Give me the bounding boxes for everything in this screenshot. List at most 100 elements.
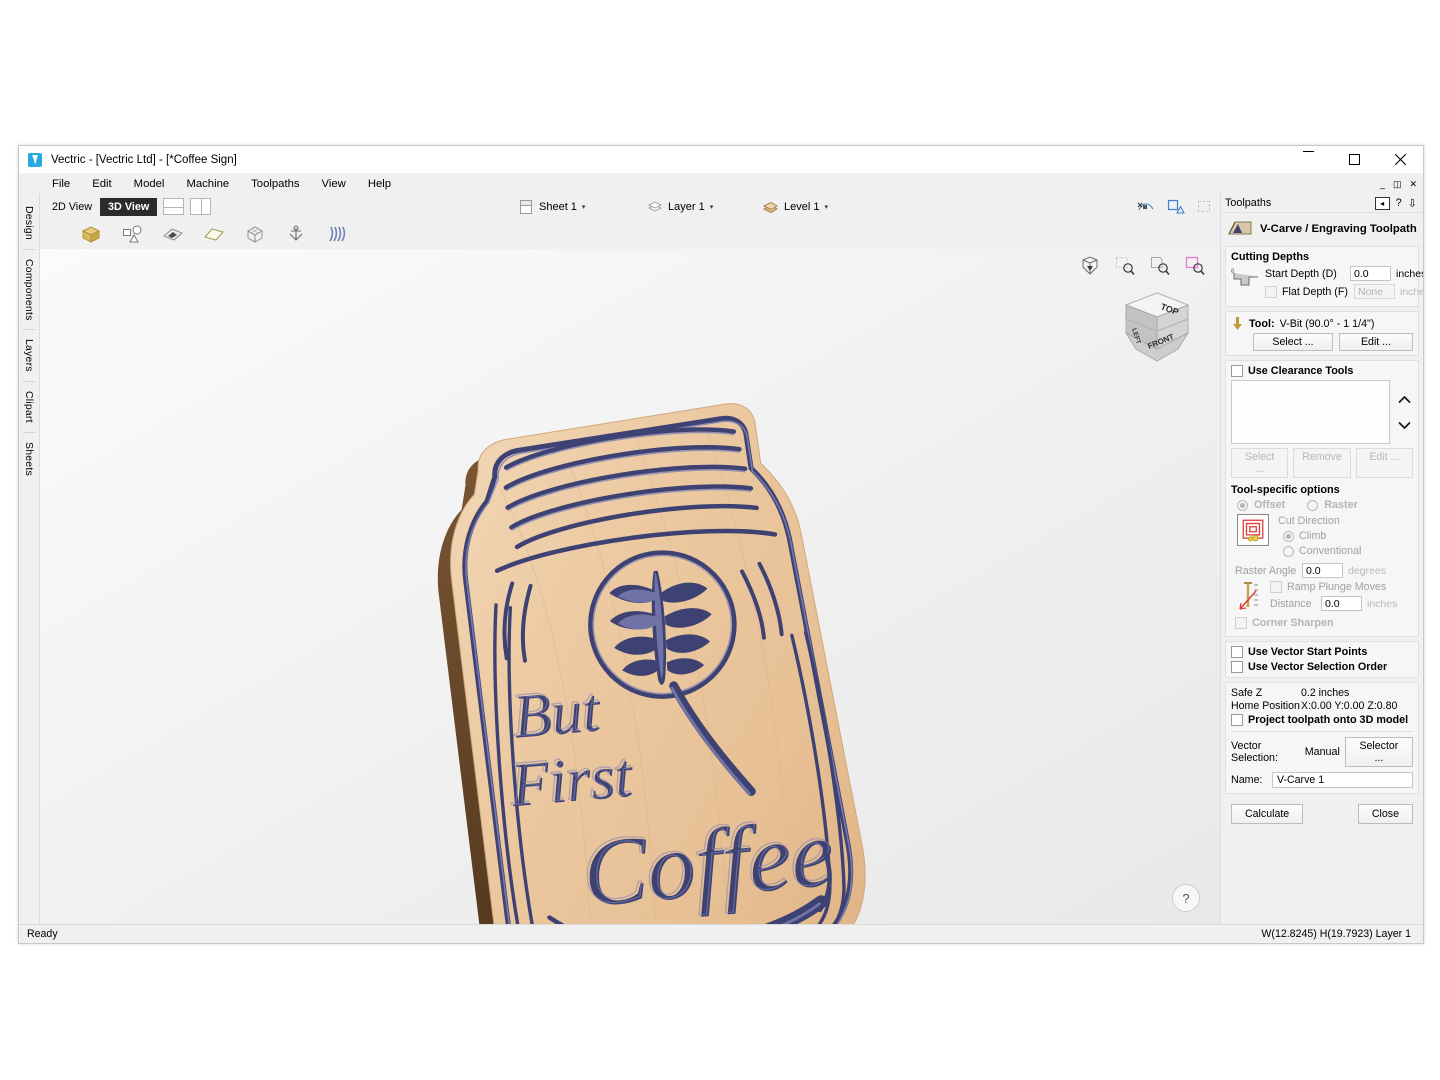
move-up-button[interactable]	[1396, 391, 1413, 408]
use-clearance-tools-label: Use Clearance Tools	[1248, 365, 1354, 377]
panel-maximize-button[interactable]: ◫	[1393, 174, 1402, 194]
offset-pattern-icon	[1237, 514, 1269, 546]
sidebar-tab-layers[interactable]: Layers	[20, 331, 38, 380]
tool-edit-button[interactable]: Edit ...	[1339, 333, 1413, 351]
pin-icon[interactable]: ⇩	[1408, 197, 1417, 210]
use-clearance-tools-checkbox[interactable]	[1231, 365, 1243, 377]
create-shape-icon[interactable]	[121, 224, 143, 244]
clearance-tools-list[interactable]	[1231, 380, 1390, 444]
menu-bar: File Edit Model Machine Toolpaths View H…	[19, 174, 1423, 194]
home-position-label: Home Position	[1231, 700, 1300, 712]
menu-item-toolpaths[interactable]: Toolpaths	[240, 174, 310, 194]
conventional-radio	[1283, 545, 1294, 557]
menu-item-machine[interactable]: Machine	[175, 174, 240, 194]
node-edit-icon[interactable]	[1137, 199, 1155, 215]
toolpaths-panel-header: Toolpaths ◂ ? ⇩	[1221, 194, 1423, 213]
start-depth-input[interactable]: 0.0	[1350, 266, 1391, 281]
maximize-button[interactable]	[1331, 146, 1377, 173]
vector-selection-value: Manual	[1304, 746, 1340, 758]
flat-depth-checkbox[interactable]	[1265, 285, 1277, 298]
component-shade-icon[interactable]	[162, 224, 184, 244]
use-vector-start-points-label: Use Vector Start Points	[1248, 646, 1368, 658]
clearance-tools-section: Use Clearance Tools Select ... Remove Ed…	[1225, 360, 1419, 637]
anchor-icon[interactable]	[285, 224, 307, 244]
svg-text:Coffee: Coffee	[577, 797, 836, 924]
tab-3d-view[interactable]: 3D View	[100, 197, 158, 216]
chevron-down-icon: ▾	[824, 203, 828, 211]
rectangle-select-icon[interactable]	[1197, 199, 1212, 214]
ramp-distance-input: 0.0	[1321, 596, 1362, 611]
menu-item-view[interactable]: View	[311, 174, 357, 194]
project-toolpath-checkbox[interactable]	[1231, 714, 1243, 726]
layer-selector[interactable]: Layer 1 ▾	[647, 199, 713, 215]
3d-view-canvas[interactable]: TOP FRONT LEFT But First Coffee But Firs…	[40, 249, 1220, 924]
move-down-button[interactable]	[1396, 417, 1413, 434]
sidebar-tab-components[interactable]: Components	[20, 251, 38, 329]
sheet-selector[interactable]: Sheet 1 ▾	[518, 199, 585, 215]
level-selector[interactable]: Level 1 ▾	[762, 199, 828, 215]
sidebar-tab-clipart[interactable]: Clipart	[20, 383, 38, 431]
zoom-selected-icon[interactable]	[1149, 255, 1171, 277]
clearance-select-button: Select ...	[1231, 448, 1289, 478]
vector-selector-button[interactable]: Selector ...	[1344, 737, 1413, 767]
menu-item-file[interactable]: File	[41, 174, 81, 194]
wireframe-box-icon[interactable]	[244, 224, 266, 244]
menu-item-help[interactable]: Help	[357, 174, 402, 194]
split-vertical-icon[interactable]	[190, 198, 212, 215]
mason-jar-3d-model[interactable]: But First Coffee But First Coffee	[420, 389, 1040, 924]
panel-close-button[interactable]: ✕	[1409, 174, 1417, 194]
corner-sharpen-checkbox	[1235, 617, 1247, 629]
menu-item-edit[interactable]: Edit	[81, 174, 122, 194]
isometric-view-icon[interactable]	[1079, 255, 1101, 277]
material-block-icon[interactable]	[80, 224, 102, 244]
texture-lines-icon[interactable]	[326, 224, 348, 244]
close-button-toolpath[interactable]: Close	[1357, 804, 1413, 824]
select-shape-icon[interactable]	[1167, 199, 1185, 215]
minimize-button[interactable]	[1285, 142, 1331, 178]
vector-selection-row: Vector Selection: Manual Selector ...	[1231, 737, 1413, 767]
clearance-remove-button: Remove	[1293, 448, 1351, 478]
svg-text:First: First	[506, 740, 635, 818]
sidebar-tab-design[interactable]: Design	[20, 198, 38, 248]
center-column: 2D View 3D View Sheet 1 ▾ Layer 1 ▾ Leve…	[40, 194, 1220, 924]
tool-value: V-Bit (90.0° - 1 1/4")	[1279, 317, 1375, 330]
dock-icon[interactable]: ◂	[1374, 196, 1390, 210]
use-vector-selection-order-checkbox[interactable]	[1231, 661, 1243, 673]
calculate-button[interactable]: Calculate	[1231, 804, 1304, 824]
panel-help-icon[interactable]: ?	[1396, 197, 1402, 209]
tool-select-button[interactable]: Select ...	[1253, 333, 1333, 351]
view-zoom-toolbar	[1079, 255, 1206, 277]
raster-angle-input: 0.0	[1302, 563, 1343, 578]
menu-item-model[interactable]: Model	[123, 174, 176, 194]
name-label: Name:	[1231, 774, 1263, 786]
zoom-window-icon[interactable]	[1114, 255, 1136, 277]
climb-radio	[1283, 530, 1294, 542]
level-selector-label: Level 1	[784, 200, 820, 213]
svg-text:But: But	[509, 675, 602, 750]
toolpath-type-header: V-Carve / Engraving Toolpath	[1225, 216, 1419, 246]
toolpath-name-input[interactable]: V-Carve 1	[1272, 772, 1413, 788]
plane-icon[interactable]	[203, 224, 225, 244]
tool-specific-options-label: Tool-specific options	[1231, 484, 1340, 496]
name-row: Name: V-Carve 1	[1231, 772, 1413, 788]
chevron-down-icon: ▾	[581, 203, 586, 211]
status-message: Ready	[27, 928, 58, 940]
toolpath-footer-buttons: Calculate Close	[1225, 798, 1419, 824]
panel-restore-button[interactable]: _	[1380, 174, 1385, 194]
zoom-extents-icon[interactable]	[1184, 255, 1206, 277]
split-horizontal-icon[interactable]	[163, 198, 185, 215]
view-bar: 2D View 3D View Sheet 1 ▾ Layer 1 ▾ Leve…	[40, 194, 1220, 219]
raster-radio	[1307, 499, 1319, 511]
flat-depth-label: Flat Depth (F)	[1282, 285, 1348, 298]
help-button[interactable]: ?	[1172, 884, 1200, 912]
home-position-value: X:0.00 Y:0.00 Z:0.80	[1301, 700, 1398, 712]
use-vector-start-points-checkbox[interactable]	[1231, 646, 1243, 658]
cut-direction-label: Cut Direction	[1278, 515, 1340, 527]
use-vector-selection-order-label: Use Vector Selection Order	[1248, 661, 1388, 673]
tab-2d-view[interactable]: 2D View	[44, 198, 100, 216]
sidebar-tab-sheets[interactable]: Sheets	[20, 434, 38, 484]
view-navigation-cube[interactable]: TOP FRONT LEFT	[1116, 289, 1198, 367]
close-button[interactable]	[1377, 146, 1423, 173]
cutting-depths-section: Cutting Depths 6 Start Depth (D) 0.0 inc…	[1225, 246, 1423, 307]
project-toolpath-label: Project toolpath onto 3D model	[1248, 714, 1409, 726]
